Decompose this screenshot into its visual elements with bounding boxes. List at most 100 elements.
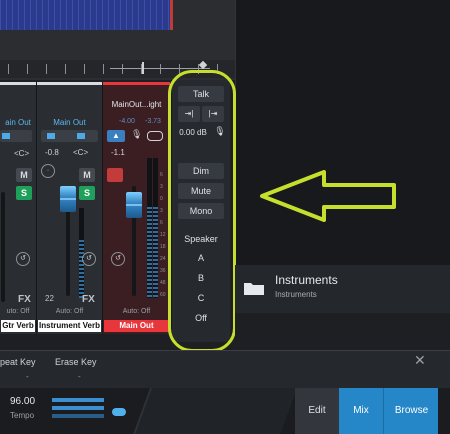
- fx-button[interactable]: FX: [82, 294, 95, 305]
- send-knob-icon[interactable]: ↺: [82, 252, 96, 266]
- meter-segment: [147, 267, 152, 269]
- fx-button[interactable]: FX: [18, 294, 31, 305]
- zoom-slider-handle[interactable]: [142, 62, 144, 74]
- volume-fader[interactable]: [60, 186, 76, 212]
- meter-segment: [147, 259, 152, 261]
- metronome-toggle-icon[interactable]: [112, 408, 126, 416]
- solo-button[interactable]: S: [16, 186, 32, 200]
- meter-segment: [147, 223, 152, 225]
- channel-strip-instrument-verb: Main Out -0.8 <C> · M S ↺ 22 FX Auto: Of…: [37, 82, 103, 334]
- volume-readout[interactable]: -1.1: [111, 148, 125, 157]
- automation-mode[interactable]: uto: Off: [0, 308, 36, 315]
- pan-readout[interactable]: <C>: [73, 148, 88, 157]
- audio-clip[interactable]: [0, 0, 172, 30]
- send-knob-icon[interactable]: ↺: [16, 252, 30, 266]
- link-toggle-icon[interactable]: [147, 131, 163, 141]
- meter-segment: [147, 243, 152, 245]
- meter-segment: [153, 231, 158, 233]
- insert-indicator: [2, 133, 10, 139]
- meter-segment: [153, 255, 158, 257]
- ruler-tick: [122, 64, 123, 74]
- insert-slot[interactable]: [0, 130, 32, 142]
- meter-scale-label: 60: [160, 292, 166, 298]
- meter-segment: [147, 235, 152, 237]
- strip-color-bar: [103, 82, 170, 85]
- channel-strip-main-out: MainOut...ight -4.00 -3.73 ▲ 🎙 -1.1 ↺ Au…: [103, 82, 171, 334]
- meter-segment: [153, 263, 158, 265]
- pan-knob-icon[interactable]: ·: [41, 164, 55, 178]
- channel-route[interactable]: Main Out: [37, 118, 102, 127]
- meter-segment: [79, 275, 84, 278]
- playhead-marker[interactable]: [170, 0, 173, 30]
- automation-mode[interactable]: Auto: Off: [103, 308, 170, 315]
- meter-segment: [79, 287, 84, 290]
- insert-indicator: [47, 133, 55, 139]
- pan-readout[interactable]: <C>: [14, 149, 29, 158]
- ruler-tick: [8, 64, 9, 74]
- channel-number: 22: [45, 294, 54, 303]
- meter-segment: [153, 239, 158, 241]
- meter-segment: [153, 283, 158, 285]
- meter-segment: [153, 295, 158, 297]
- ruler-tick: [27, 64, 28, 74]
- close-icon[interactable]: ✕: [414, 352, 426, 369]
- meter-segment: [153, 219, 158, 221]
- meter-segment: [147, 219, 152, 221]
- volume-fader[interactable]: [126, 192, 142, 218]
- erase-key-label[interactable]: Erase Key: [55, 357, 97, 367]
- zoom-slider-track[interactable]: [110, 68, 210, 69]
- tempo-value[interactable]: 96.00: [10, 396, 35, 407]
- ruler-tick: [103, 64, 104, 74]
- meter-segment: [153, 251, 158, 253]
- meter-segment: [153, 247, 158, 249]
- meter-segment: [147, 251, 152, 253]
- folder-icon: [244, 283, 264, 295]
- meter-segment: [153, 215, 158, 217]
- level-meter-left: [147, 158, 152, 298]
- meter-scale-label: 24: [160, 256, 166, 262]
- channel-name-label[interactable]: Instrument Verb: [38, 320, 101, 332]
- scrollbar[interactable]: [438, 388, 450, 434]
- meter-scale-label: 48: [160, 280, 166, 286]
- tab-edit[interactable]: Edit: [295, 388, 339, 434]
- insert-slot[interactable]: [41, 130, 98, 142]
- channel-route[interactable]: ain Out: [0, 118, 36, 127]
- meter-scale-label: 18: [160, 244, 166, 250]
- send-knob-icon[interactable]: ↺: [111, 252, 125, 266]
- meter-segment: [79, 247, 84, 250]
- meter-segment: [79, 279, 84, 282]
- mute-button[interactable]: M: [79, 168, 95, 182]
- meter-segment: [147, 263, 152, 265]
- tab-mix[interactable]: Mix: [339, 388, 383, 434]
- repeat-key-value[interactable]: -: [26, 372, 29, 381]
- mute-button[interactable]: M: [16, 168, 32, 182]
- meter-segment: [147, 291, 152, 293]
- channel-name-label[interactable]: Gtr Verb: [1, 320, 35, 332]
- peak-readout-right: -3.73: [145, 118, 161, 125]
- meter-segment: [153, 287, 158, 289]
- mic-icon[interactable]: 🎙: [131, 129, 142, 140]
- meter-segment: [153, 271, 158, 273]
- meter-segment: [153, 243, 158, 245]
- browser-item-row[interactable]: [235, 265, 450, 313]
- meter-segment: [147, 207, 152, 209]
- volume-readout[interactable]: -0.8: [45, 148, 59, 157]
- tab-browse[interactable]: Browse: [383, 388, 439, 434]
- ruler-tick: [46, 64, 47, 74]
- fader-track[interactable]: [1, 192, 5, 302]
- arm-triangle-icon[interactable]: ▲: [107, 130, 125, 142]
- meter-segment: [147, 271, 152, 273]
- meter-segment: [147, 295, 152, 297]
- meter-segment: [153, 235, 158, 237]
- meter-segment: [147, 287, 152, 289]
- meter-scale-label: 6: [160, 172, 163, 178]
- solo-button[interactable]: S: [79, 186, 95, 200]
- browser-empty-area: [235, 313, 450, 350]
- erase-key-value[interactable]: -: [78, 372, 81, 381]
- tempo-bar: [52, 406, 104, 410]
- automation-mode[interactable]: Auto: Off: [37, 308, 102, 315]
- strip-color-bar: [37, 82, 102, 85]
- channel-name-label[interactable]: Main Out: [104, 320, 169, 332]
- peak-readout-left: -4.00: [119, 118, 135, 125]
- repeat-key-label[interactable]: peat Key: [0, 357, 36, 367]
